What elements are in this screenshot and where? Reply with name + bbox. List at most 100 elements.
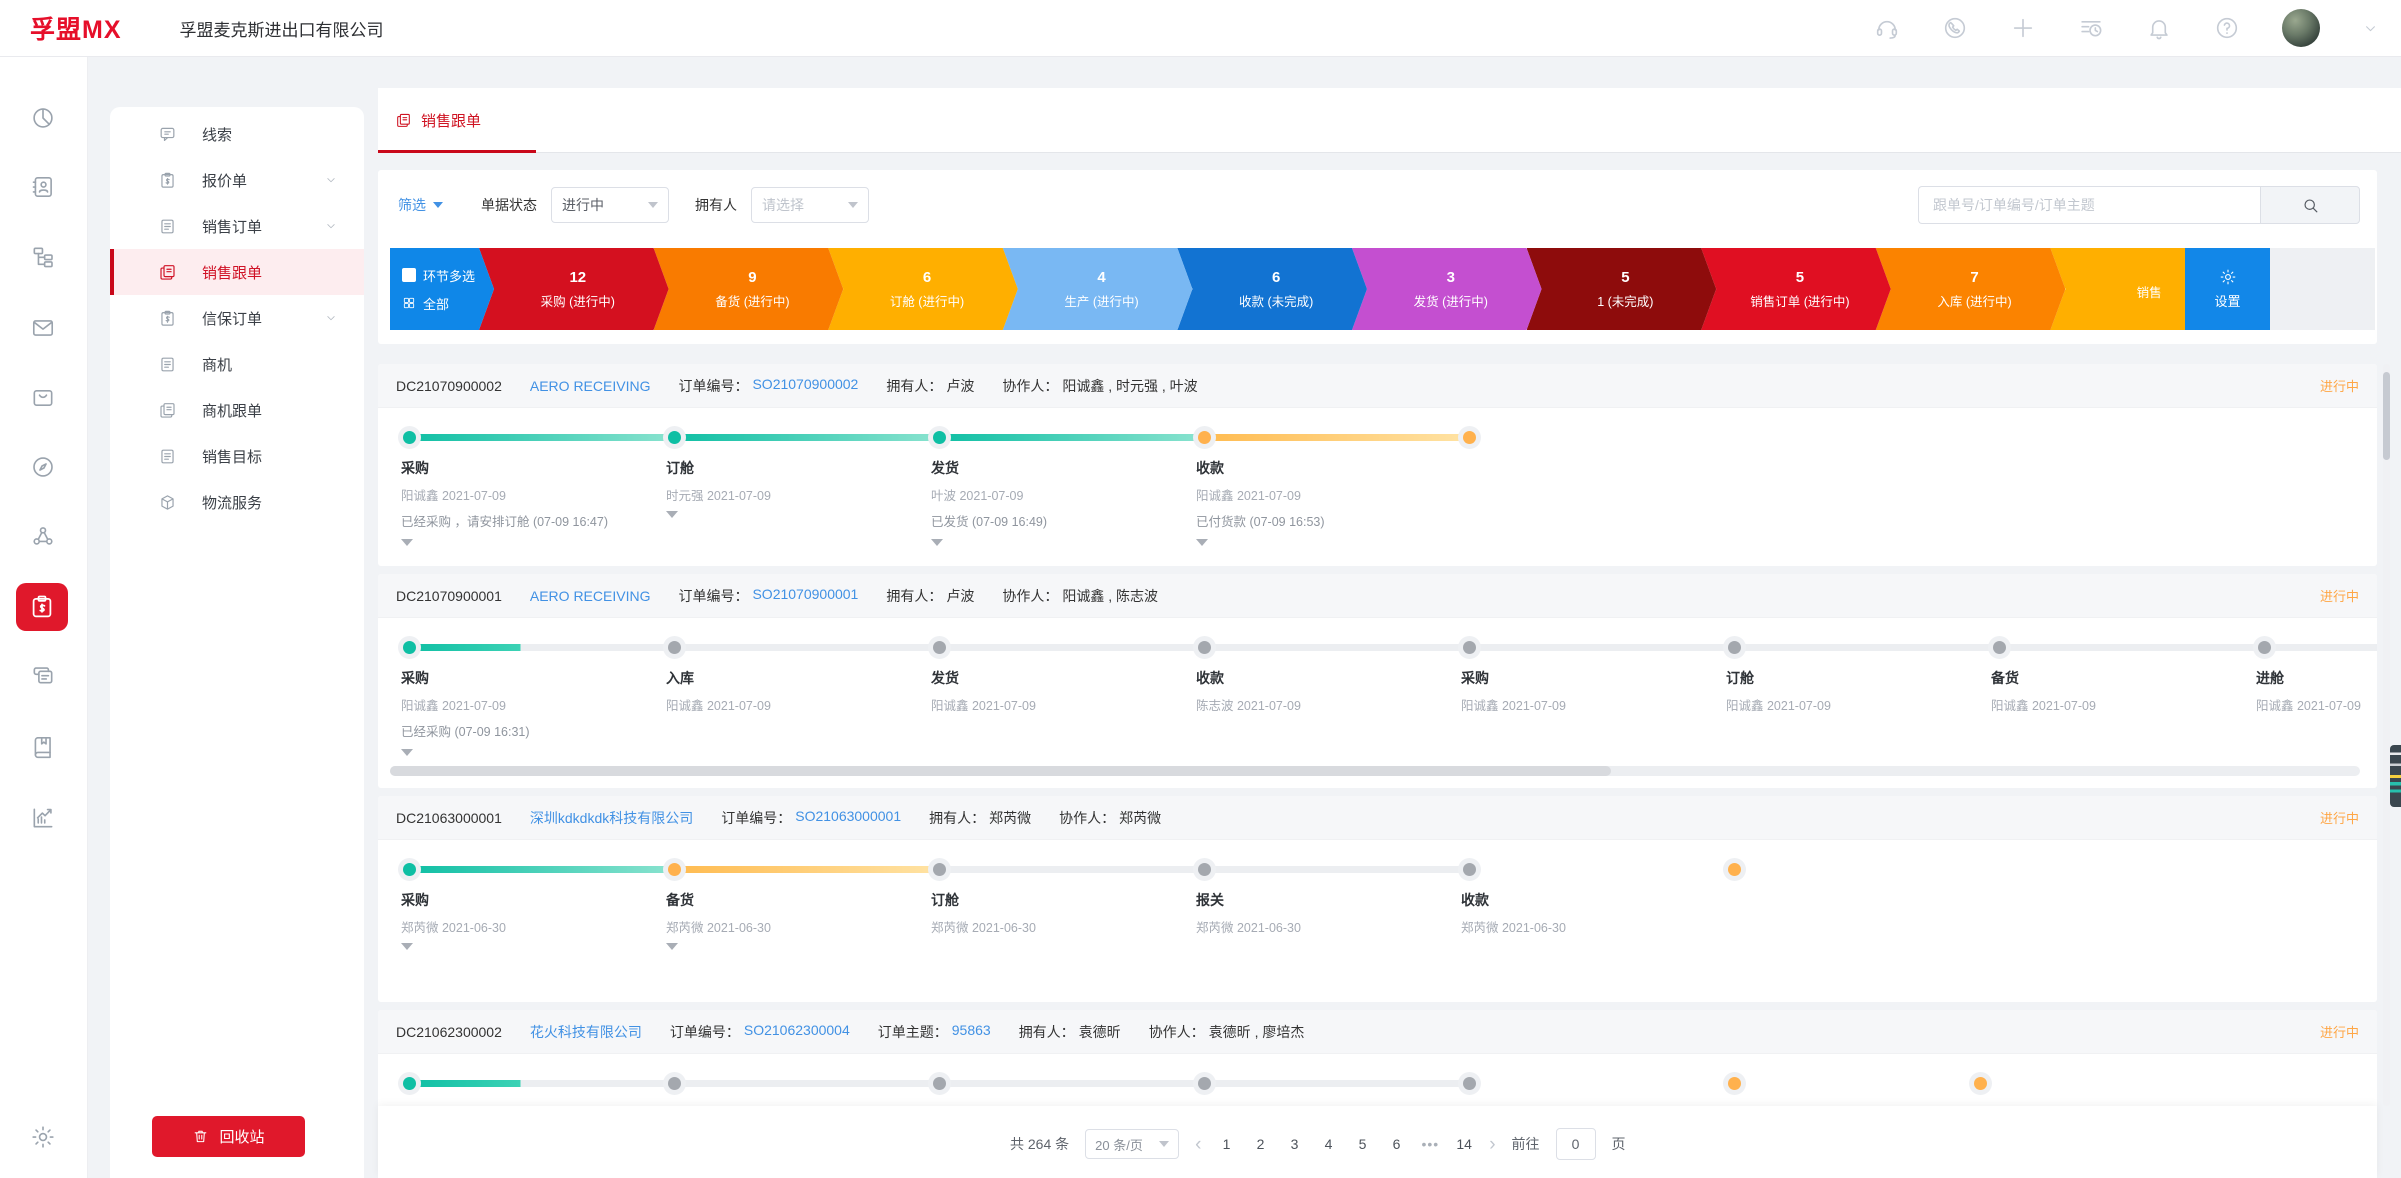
task-history-icon[interactable] [2078,15,2104,41]
sidebar-item-insured-order[interactable]: 信保订单 [110,295,364,341]
stage-segment-9[interactable]: 7入库 (进行中) [1876,248,2066,330]
prev-page-button[interactable]: ‹ [1195,1135,1201,1154]
stage-segment-2[interactable]: 9备货 (进行中) [654,248,844,330]
stage-segment-1[interactable]: 12采购 (进行中) [479,248,669,330]
timeline-step: 订舱郑芮微 2021-06-30 [931,890,1183,943]
stage-multiselect-option[interactable]: 环节多选 [402,266,494,285]
notifications-bell-icon[interactable] [2146,15,2172,41]
order-no-link[interactable]: SO21070900002 [752,376,858,396]
rail-item-settings[interactable] [30,1124,56,1150]
customer-link[interactable]: AERO RECEIVING [530,588,651,604]
horizontal-scrollbar[interactable] [390,766,2360,776]
page-number[interactable]: 3 [1285,1136,1303,1152]
sidebar-item-leads[interactable]: 线索 [110,111,364,157]
filter-toggle[interactable]: 筛选 [398,195,443,215]
stage-settings-button[interactable]: 设置 [2185,248,2270,330]
customer-link[interactable]: 花火科技有限公司 [530,1022,642,1042]
step-person-date: 郑芮微 2021-06-30 [666,917,918,936]
rail-item-sales[interactable] [16,583,68,631]
step-expand-arrow-icon[interactable] [666,943,678,950]
chevron-down-icon[interactable] [324,219,338,233]
sidebar-item-sales-order[interactable]: 销售订单 [110,203,364,249]
chevron-down-icon[interactable] [2362,20,2379,37]
search-input[interactable] [1918,186,2260,224]
sidebar-item-sales-follow[interactable]: 销售跟单 [110,249,364,295]
filter-toggle-label: 筛选 [398,195,426,215]
stage-funnel-bar: 环节多选 全部 12采购 (进行中)9备货 (进行中)6订舱 (进行中)4生产 … [390,248,2375,330]
stage-settings-label: 设置 [2214,291,2240,310]
timeline-node [403,1077,416,1090]
rail-item-documents[interactable] [30,664,56,690]
help-icon[interactable] [2214,15,2240,41]
user-avatar[interactable] [2282,9,2320,47]
step-expand-arrow-icon[interactable] [666,511,678,518]
status-badge: 进行中 [2320,586,2359,605]
stage-segment-5[interactable]: 6收款 (未完成) [1177,248,1367,330]
status-select[interactable]: 进行中 [551,187,669,223]
page-number[interactable]: 2 [1251,1136,1269,1152]
stage-all-option[interactable]: 全部 [402,294,494,313]
step-expand-arrow-icon[interactable] [401,943,413,950]
order-no-link[interactable]: SO21063000001 [795,808,901,828]
step-note: 已经采购 (07-09 16:31) [401,721,653,740]
rail-item-procurement[interactable] [30,384,56,410]
page-number[interactable]: 1 [1217,1136,1235,1152]
rail-item-mail[interactable] [30,315,56,341]
stage-segment-3[interactable]: 6订舱 (进行中) [828,248,1018,330]
owner-select[interactable]: 请选择 [751,187,869,223]
recycle-bin-button[interactable]: 回收站 [152,1116,305,1157]
step-person-date: 时元强 2021-07-09 [666,485,918,504]
stage-segment-7[interactable]: 51 (未完成) [1527,248,1717,330]
customer-link[interactable]: 深圳kdkdkdk科技有限公司 [530,808,693,828]
stage-segment-4[interactable]: 4生产 (进行中) [1003,248,1193,330]
vertical-scrollbar[interactable] [2383,364,2390,1106]
timeline-node [1993,641,2006,654]
sidebar-item-opportunity[interactable]: 商机 [110,341,364,387]
step-expand-arrow-icon[interactable] [931,539,943,546]
filter-row: 筛选 单据状态 进行中 拥有人 请选择 [398,186,2360,224]
vertical-scrollbar-thumb[interactable] [2383,372,2390,460]
order-no-link[interactable]: SO21062300004 [744,1022,850,1042]
timeline-node [403,641,416,654]
rail-item-collaboration[interactable] [30,523,56,549]
next-page-button[interactable]: › [1489,1135,1495,1154]
collaborators: 协作人：郑芮微 [1059,808,1161,828]
stage-segment-6[interactable]: 3发货 (进行中) [1352,248,1542,330]
horizontal-scrollbar-thumb[interactable] [390,766,1611,776]
app-logo[interactable]: 孚盟MX [30,10,122,46]
page-jump-input[interactable] [1556,1128,1596,1160]
floating-side-widget[interactable] [2390,745,2401,807]
phone-contact-icon[interactable] [1942,15,1968,41]
chevron-down-icon[interactable] [324,311,338,325]
chevron-down-icon[interactable] [324,173,338,187]
step-expand-arrow-icon[interactable] [401,539,413,546]
order-no-link[interactable]: SO21070900001 [752,586,858,606]
page-number[interactable]: 14 [1455,1136,1473,1152]
step-expand-arrow-icon[interactable] [401,749,413,756]
sidebar-item-opportunity-follow[interactable]: 商机跟单 [110,387,364,433]
rail-item-customers[interactable] [30,174,56,200]
sidebar-item-logistics[interactable]: 物流服务 [110,479,364,525]
search-button[interactable] [2260,186,2360,224]
timeline-node [668,431,681,444]
tab-active-underline [378,150,536,153]
sidebar-item-sales-target[interactable]: 销售目标 [110,433,364,479]
rail-item-org-structure[interactable] [30,244,56,270]
create-new-icon[interactable] [2010,15,2036,41]
page-number[interactable]: 5 [1353,1136,1371,1152]
multiselect-checkbox[interactable] [402,268,416,282]
stage-segment-8[interactable]: 5销售订单 (进行中) [1701,248,1891,330]
tab-sales-follow[interactable]: 销售跟单 [395,88,481,152]
rail-item-discovery[interactable] [30,454,56,480]
customer-link[interactable]: AERO RECEIVING [530,378,651,394]
headset-support-icon[interactable] [1874,15,1900,41]
page-number[interactable]: 4 [1319,1136,1337,1152]
rail-item-dashboard[interactable] [30,105,56,131]
rail-item-knowledge[interactable] [30,734,56,760]
page-number[interactable]: 6 [1387,1136,1405,1152]
page-size-select[interactable]: 20 条/页 [1085,1129,1179,1159]
step-expand-arrow-icon[interactable] [1196,539,1208,546]
rail-item-reports[interactable] [30,805,56,831]
sidebar-item-quotation[interactable]: 报价单 [110,157,364,203]
order-topic-link[interactable]: 95863 [952,1022,991,1042]
